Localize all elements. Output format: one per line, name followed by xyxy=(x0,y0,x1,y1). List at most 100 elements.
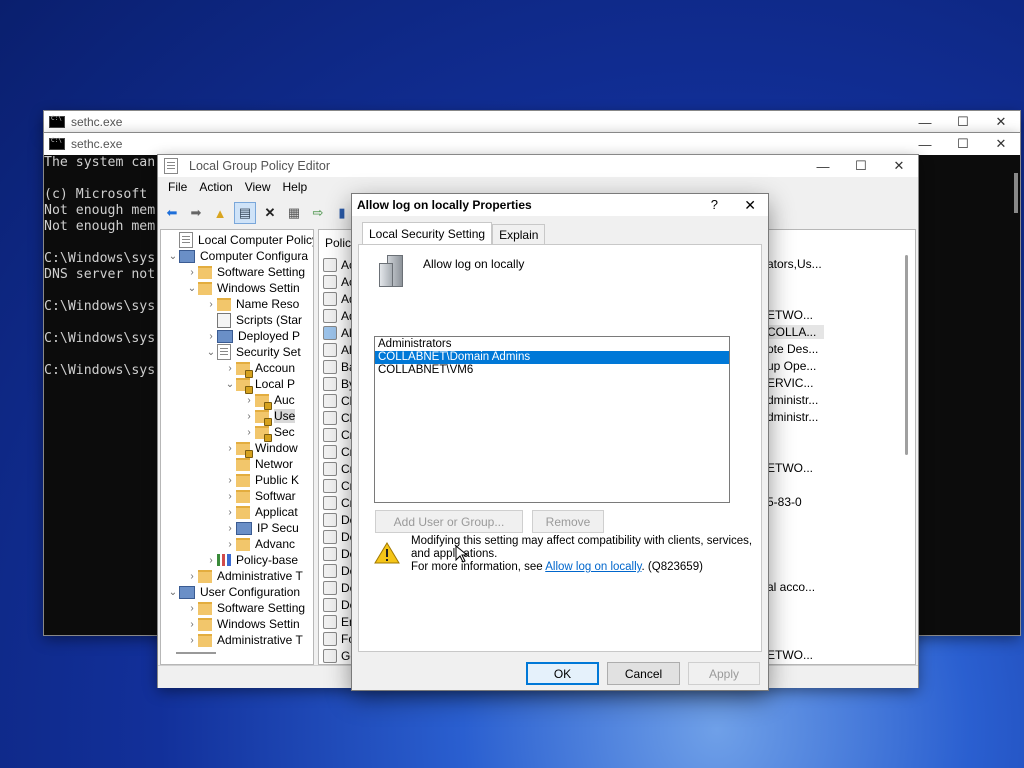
chevron-right-icon[interactable]: › xyxy=(186,571,198,582)
console-tree[interactable]: Local Computer Policy ⌄ Computer Configura… xyxy=(160,229,314,665)
tree-node[interactable]: › Advanc xyxy=(224,536,295,552)
tree-node[interactable]: › Deployed P xyxy=(205,328,300,344)
member-item[interactable]: COLLABNET\Domain Admins xyxy=(375,351,729,364)
maximize-button[interactable]: ☐ xyxy=(842,155,880,177)
show-hide-tree-icon[interactable]: ▤ xyxy=(234,202,256,224)
tree-node[interactable]: › Name Reso xyxy=(205,296,299,312)
tree-node[interactable]: › Use xyxy=(243,408,296,426)
tree-node[interactable]: › Windows Settin xyxy=(186,616,299,632)
tree-node[interactable]: › Public K xyxy=(224,472,299,488)
chevron-right-icon[interactable]: › xyxy=(186,619,198,630)
chevron-right-icon[interactable]: › xyxy=(224,491,236,502)
tree-node[interactable]: › Window xyxy=(224,440,298,458)
member-item[interactable]: COLLABNET\VM6 xyxy=(375,364,729,377)
tree-node[interactable]: ⌄ Local P xyxy=(224,376,295,394)
policy-row[interactable]: En xyxy=(323,613,356,630)
console-front-titlebar[interactable]: sethc.exe — ☐ ✕ xyxy=(44,133,1020,155)
member-item[interactable]: Administrators xyxy=(375,338,729,351)
tree-node[interactable]: ⌄ Windows Settin xyxy=(186,280,300,296)
chevron-right-icon[interactable]: › xyxy=(186,603,198,614)
tab-explain[interactable]: Explain xyxy=(492,224,546,245)
gpedit-titlebar[interactable]: Local Group Policy Editor — ☐ ✕ xyxy=(158,155,918,177)
chevron-right-icon[interactable]: › xyxy=(224,523,236,534)
policy-row[interactable]: Ad xyxy=(323,307,356,324)
tree-node[interactable]: ⌄ Computer Configura xyxy=(167,248,308,264)
chevron-right-icon[interactable]: › xyxy=(186,267,198,278)
tree-node[interactable]: Scripts (Star xyxy=(205,312,302,328)
export-list-icon[interactable]: ⇨ xyxy=(308,203,328,223)
tree-node[interactable]: › Administrative T xyxy=(186,568,302,584)
tree-node[interactable]: › Softwar xyxy=(224,488,295,504)
maximize-button[interactable]: ☐ xyxy=(944,111,982,133)
close-button[interactable]: ✕ xyxy=(880,155,918,177)
tree-node[interactable]: ⌄ Security Set xyxy=(205,344,301,360)
chevron-down-icon[interactable]: ⌄ xyxy=(167,587,179,598)
members-listbox[interactable]: Administrators COLLABNET\Domain Admins COL… xyxy=(374,336,730,503)
chevron-right-icon[interactable]: › xyxy=(205,299,217,310)
minimize-button[interactable]: — xyxy=(906,133,944,155)
close-button[interactable]: ✕ xyxy=(982,111,1020,133)
tree-node[interactable]: Networ xyxy=(224,456,293,472)
chevron-down-icon[interactable]: ⌄ xyxy=(205,347,217,358)
chevron-down-icon[interactable]: ⌄ xyxy=(224,379,236,390)
forward-arrow-icon[interactable]: ➡ xyxy=(186,203,206,223)
policy-row[interactable]: Ac xyxy=(323,273,355,290)
menu-view[interactable]: View xyxy=(239,177,277,197)
properties-icon[interactable]: ▦ xyxy=(284,203,304,223)
chevron-right-icon[interactable]: › xyxy=(243,395,255,406)
chevron-right-icon[interactable]: › xyxy=(243,411,255,422)
console-window-back[interactable]: sethc.exe — ☐ ✕ xyxy=(44,111,1020,133)
console-back-titlebar[interactable]: sethc.exe — ☐ ✕ xyxy=(44,111,1020,133)
back-arrow-icon[interactable]: ⬅ xyxy=(162,203,182,223)
policy-row[interactable]: By xyxy=(323,375,355,392)
up-folder-icon[interactable]: ▲ xyxy=(210,203,230,223)
tree-node[interactable]: › Software Setting xyxy=(186,264,305,280)
policy-row[interactable]: Ad xyxy=(323,290,356,307)
dialog-help-button[interactable]: ? xyxy=(711,197,718,212)
chevron-down-icon[interactable]: ⌄ xyxy=(186,283,198,294)
tree-node[interactable]: › Applicat xyxy=(224,504,297,520)
add-user-or-group-button[interactable]: Add User or Group... xyxy=(375,510,523,533)
minimize-button[interactable]: — xyxy=(804,155,842,177)
chevron-right-icon[interactable]: › xyxy=(224,507,236,518)
tab-local-security-setting[interactable]: Local Security Setting xyxy=(362,222,493,245)
chevron-right-icon[interactable]: › xyxy=(224,363,236,374)
tree-node[interactable]: › Sec xyxy=(243,424,295,442)
tree-node[interactable]: › Accoun xyxy=(224,360,295,378)
tree-node[interactable]: › Policy-base xyxy=(205,552,298,568)
tree-node[interactable]: › Auc xyxy=(243,392,295,410)
chevron-right-icon[interactable]: › xyxy=(205,331,217,342)
cancel-button[interactable]: Cancel xyxy=(607,662,680,685)
dialog-titlebar[interactable]: Allow log on locally Properties ? ✕ xyxy=(352,194,768,216)
policy-row[interactable]: Fo xyxy=(323,630,355,647)
delete-icon[interactable]: ✕ xyxy=(260,203,280,223)
menu-help[interactable]: Help xyxy=(277,177,314,197)
tree-node[interactable]: › IP Secu xyxy=(224,520,298,536)
tree-node[interactable]: › Software Setting xyxy=(186,600,305,616)
chevron-right-icon[interactable]: › xyxy=(205,555,217,566)
close-button[interactable]: ✕ xyxy=(982,133,1020,155)
ok-button[interactable]: OK xyxy=(526,662,599,685)
properties-dialog[interactable]: Allow log on locally Properties ? ✕ Loca… xyxy=(352,194,768,690)
maximize-button[interactable]: ☐ xyxy=(944,133,982,155)
tree-node[interactable]: ⌄ User Configuration xyxy=(167,584,300,600)
apply-button[interactable]: Apply xyxy=(688,662,760,685)
tree-node[interactable]: › Administrative T xyxy=(186,632,302,648)
chevron-right-icon[interactable]: › xyxy=(186,635,198,646)
chevron-right-icon[interactable]: › xyxy=(243,427,255,438)
console-scrollbar[interactable] xyxy=(1014,173,1018,213)
chevron-right-icon[interactable]: › xyxy=(224,475,236,486)
info-link[interactable]: Allow log on locally xyxy=(545,561,641,573)
help-icon[interactable]: ▮ xyxy=(332,203,352,223)
menu-file[interactable]: File xyxy=(162,177,193,197)
chevron-right-icon[interactable]: › xyxy=(224,443,236,454)
dialog-close-button[interactable]: ✕ xyxy=(744,197,756,214)
minimize-button[interactable]: — xyxy=(906,111,944,133)
remove-button[interactable]: Remove xyxy=(532,510,604,533)
tree-hscroll[interactable] xyxy=(176,652,216,654)
chevron-right-icon[interactable]: › xyxy=(224,539,236,550)
chevron-down-icon[interactable]: ⌄ xyxy=(167,251,179,262)
list-scrollbar[interactable] xyxy=(902,251,912,571)
policy-row[interactable]: Ac xyxy=(323,256,355,273)
tree-node[interactable]: Local Computer Policy xyxy=(167,232,313,248)
